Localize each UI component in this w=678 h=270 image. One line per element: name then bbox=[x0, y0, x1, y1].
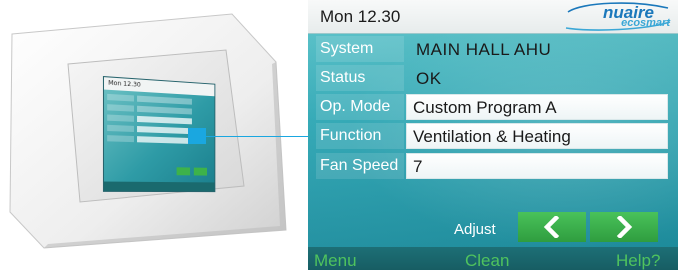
mini-bottom-bar bbox=[104, 181, 215, 192]
chevron-right-icon bbox=[616, 216, 633, 238]
fan-speed-field[interactable]: 7 bbox=[406, 153, 668, 179]
row-op-mode[interactable]: Op. Mode Custom Program A bbox=[316, 94, 668, 120]
logo-sub-text: ecosmart bbox=[621, 17, 670, 29]
menu-button[interactable]: Menu bbox=[314, 247, 357, 270]
wall-controller-photo: Mon 12.30 bbox=[4, 12, 294, 252]
controller-screen: Mon 12.30 nuaire ecosmart System MAIN HA… bbox=[308, 0, 678, 270]
function-field[interactable]: Ventilation & Heating bbox=[406, 123, 668, 149]
fan-speed-label: Fan Speed bbox=[316, 153, 404, 179]
function-label: Function bbox=[316, 123, 404, 149]
chevron-left-icon bbox=[543, 216, 560, 238]
mini-prev-arrow bbox=[176, 167, 191, 176]
row-function[interactable]: Function Ventilation & Heating bbox=[316, 123, 668, 149]
screen-header: Mon 12.30 nuaire ecosmart bbox=[308, 0, 678, 34]
op-mode-field[interactable]: Custom Program A bbox=[406, 94, 668, 120]
status-value: OK bbox=[416, 69, 442, 88]
bottom-bar: Menu Clean Help? bbox=[308, 247, 678, 270]
op-mode-label: Op. Mode bbox=[316, 94, 404, 120]
row-status: Status OK bbox=[316, 65, 668, 91]
adjust-next-button[interactable] bbox=[590, 212, 658, 242]
row-system: System MAIN HALL AHU bbox=[316, 36, 668, 62]
adjust-prev-button[interactable] bbox=[518, 212, 586, 242]
row-fan-speed[interactable]: Fan Speed 7 bbox=[316, 153, 668, 179]
clean-button[interactable]: Clean bbox=[465, 247, 509, 270]
system-value: MAIN HALL AHU bbox=[416, 40, 552, 59]
system-label: System bbox=[316, 36, 404, 62]
zoom-connector-line bbox=[206, 136, 308, 137]
status-label: Status bbox=[316, 65, 404, 91]
nuaire-logo: nuaire ecosmart bbox=[564, 2, 672, 32]
help-button[interactable]: Help? bbox=[616, 247, 660, 270]
adjust-label: Adjust bbox=[454, 221, 496, 238]
date-time: Mon 12.30 bbox=[320, 7, 401, 26]
mini-next-arrow bbox=[193, 167, 207, 176]
zoom-highlight-marker bbox=[188, 128, 206, 144]
